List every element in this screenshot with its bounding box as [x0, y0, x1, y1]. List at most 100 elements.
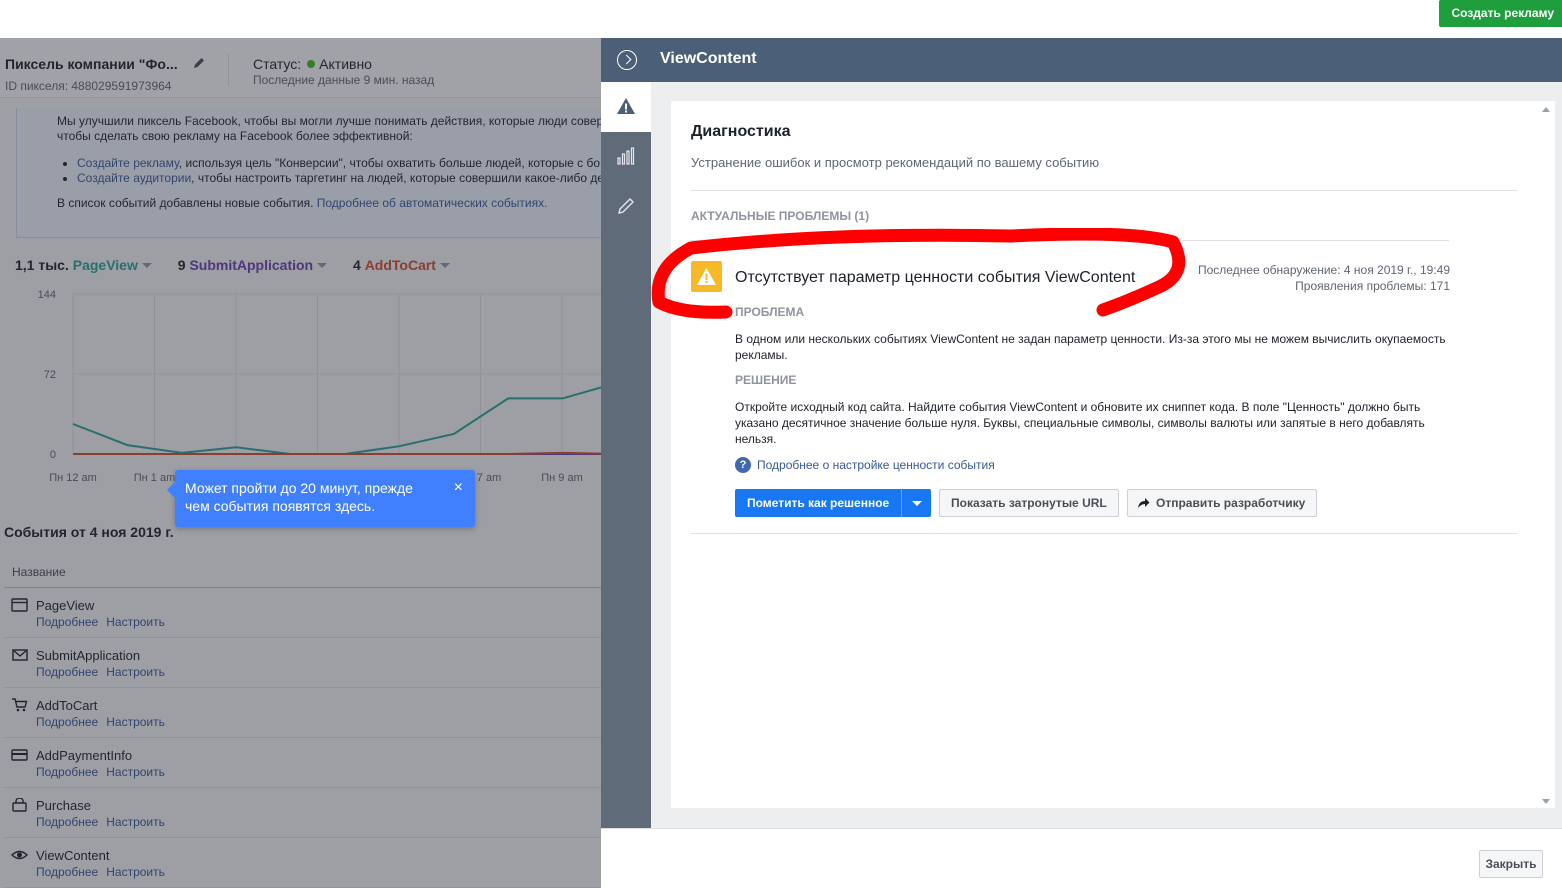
warning-icon — [691, 261, 722, 292]
solution-heading: РЕШЕНИЕ — [735, 373, 797, 387]
event-name: ViewContent — [36, 848, 110, 863]
column-header-name[interactable]: Название — [12, 565, 66, 579]
show-affected-urls-button[interactable]: Показать затронутые URL — [939, 489, 1119, 517]
mark-resolved-button[interactable]: Пометить как решенное — [735, 489, 931, 517]
eye-icon — [11, 850, 28, 860]
tooltip-text: Может пройти до 20 минут, прежде чем соб… — [185, 480, 413, 514]
divider — [691, 190, 1517, 191]
pixel-header: Пиксель компании "Фо... ID пикселя: 4880… — [0, 38, 601, 98]
close-button[interactable]: Закрыть — [1479, 850, 1543, 878]
event-name: AddToCart — [36, 698, 98, 713]
more-link[interactable]: Подробнее — [36, 815, 98, 829]
event-details-panel: ViewContent Диагностика Устранение ошибо… — [601, 38, 1562, 888]
more-link[interactable]: Подробнее — [36, 665, 98, 679]
tab-activity[interactable] — [601, 132, 651, 182]
x-tick-label: Пн 12 am — [49, 472, 97, 484]
chart-legend: 1,1 тыс. PageView 9 SubmitApplication 4 … — [15, 257, 472, 273]
more-link[interactable]: Подробнее — [36, 615, 98, 629]
last-detected: Последнее обнаружение: 4 ноя 2019 г., 19… — [1197, 263, 1450, 277]
send-to-developer-label: Отправить разработчику — [1156, 496, 1306, 510]
legend-item-pageview[interactable]: PageView — [73, 257, 138, 273]
table-row[interactable]: AddPaymentInfo Подробнее Настроить — [4, 738, 601, 788]
events-title: События от 4 ноя 2019 г. — [4, 524, 174, 540]
legend-count-submitapplication: 9 — [177, 257, 186, 273]
status-last-data: Последние данные 9 мин. назад — [253, 73, 435, 87]
status: Статус: Активно — [253, 56, 372, 72]
top-bar: Создать рекламу — [0, 0, 1562, 38]
setup-link[interactable]: Настроить — [106, 715, 165, 729]
header-divider — [228, 54, 229, 86]
issue-title: Отсутствует параметр ценности события Vi… — [735, 269, 1136, 286]
legend-count-pageview: 1,1 тыс. — [15, 257, 69, 273]
event-name: PageView — [36, 598, 95, 613]
y-tick-label: 144 — [38, 289, 56, 301]
event-links: Подробнее Настроить — [36, 815, 173, 829]
close-icon[interactable]: × — [454, 480, 463, 496]
event-links: Подробнее Настроить — [36, 615, 173, 629]
create-ad-button[interactable]: Создать рекламу — [1439, 0, 1562, 27]
panel-side-nav — [601, 82, 651, 828]
event-links: Подробнее Настроить — [36, 865, 173, 879]
panel-footer: Закрыть — [601, 828, 1562, 888]
legend-count-addtocart: 4 — [353, 257, 361, 273]
table-row[interactable]: Purchase Подробнее Настроить — [4, 788, 601, 838]
chevron-down-icon[interactable] — [317, 263, 328, 268]
series-line-addtocart — [73, 451, 601, 455]
setup-link[interactable]: Настроить — [106, 865, 165, 879]
chevron-down-icon[interactable] — [901, 489, 931, 517]
legend-item-submitapplication[interactable]: SubmitApplication — [189, 257, 313, 273]
cart-icon — [12, 698, 28, 712]
improvement-notice: Мы улучшили пиксель Facebook, чтобы вы м… — [16, 108, 601, 238]
send-to-developer-button[interactable]: Отправить разработчику — [1127, 489, 1318, 517]
pixel-id: ID пикселя: 488029591973964 — [5, 79, 172, 93]
notice-bullet-2: Создайте аудитории, чтобы настроить тарг… — [77, 171, 601, 186]
chevron-down-icon[interactable] — [439, 263, 450, 268]
bag-icon — [12, 798, 27, 812]
scroll-up-icon[interactable] — [1542, 107, 1550, 112]
create-ad-link[interactable]: Создайте рекламу — [77, 156, 179, 170]
event-name: SubmitApplication — [36, 648, 141, 663]
chevron-down-icon[interactable] — [141, 263, 152, 268]
value-setup-help-link[interactable]: Подробнее о настройке ценности события — [757, 458, 995, 472]
y-tick-label: 0 — [50, 449, 56, 461]
pencil-icon[interactable] — [192, 56, 206, 70]
scrollbar[interactable] — [1537, 101, 1555, 808]
series-line-pageview — [72, 386, 601, 455]
active-issues-heading: АКТУАЛЬНЫЕ ПРОБЛЕМЫ (1) — [691, 209, 870, 223]
status-value: Активно — [319, 56, 372, 72]
share-arrow-icon — [1138, 498, 1150, 508]
envelope-icon — [12, 649, 28, 661]
more-link[interactable]: Подробнее — [36, 765, 98, 779]
setup-link[interactable]: Настроить — [106, 765, 165, 779]
diagnostics-subtitle: Устранение ошибок и просмотр рекомендаци… — [691, 155, 1100, 170]
event-links: Подробнее Настроить — [36, 665, 173, 679]
automatic-events-link[interactable]: Подробнее об автоматических событиях. — [317, 196, 548, 210]
panel-title: ViewContent — [660, 50, 757, 67]
scroll-down-icon[interactable] — [1542, 799, 1550, 804]
table-row[interactable]: AddToCart Подробнее Настроить — [4, 688, 601, 738]
table-row[interactable]: ViewContent Подробнее Настроить — [4, 838, 601, 888]
help-row: ? Подробнее о настройке ценности события — [735, 457, 995, 473]
create-audiences-link[interactable]: Создайте аудитории — [77, 171, 191, 185]
collapse-panel-icon[interactable] — [617, 50, 637, 70]
problem-heading: ПРОБЛЕМА — [735, 305, 805, 319]
setup-link[interactable]: Настроить — [106, 815, 165, 829]
panel-header: ViewContent — [601, 38, 1562, 82]
more-link[interactable]: Подробнее — [36, 715, 98, 729]
tab-diagnostics[interactable] — [601, 82, 651, 132]
table-row[interactable]: SubmitApplication Подробнее Настроить — [4, 638, 601, 688]
notice-line-1: Мы улучшили пиксель Facebook, чтобы вы м… — [57, 114, 601, 128]
warning-icon — [617, 98, 635, 114]
setup-link[interactable]: Настроить — [106, 665, 165, 679]
legend-item-addtocart[interactable]: AddToCart — [365, 257, 436, 273]
y-tick-label: 72 — [44, 369, 56, 381]
more-link[interactable]: Подробнее — [36, 865, 98, 879]
event-links: Подробнее Настроить — [36, 715, 173, 729]
notice-footer: В список событий добавлены новые события… — [57, 196, 548, 210]
table-row[interactable]: PageView Подробнее Настроить — [4, 588, 601, 638]
credit-card-icon — [11, 749, 28, 761]
tab-settings[interactable] — [601, 182, 651, 232]
events-chart: 144720Пн 12 amПн 1 amПн 3 amПн 4 amПн 6 … — [38, 289, 601, 484]
issue-meta: Последнее обнаружение: 4 ноя 2019 г., 19… — [1198, 262, 1450, 294]
setup-link[interactable]: Настроить — [106, 615, 165, 629]
